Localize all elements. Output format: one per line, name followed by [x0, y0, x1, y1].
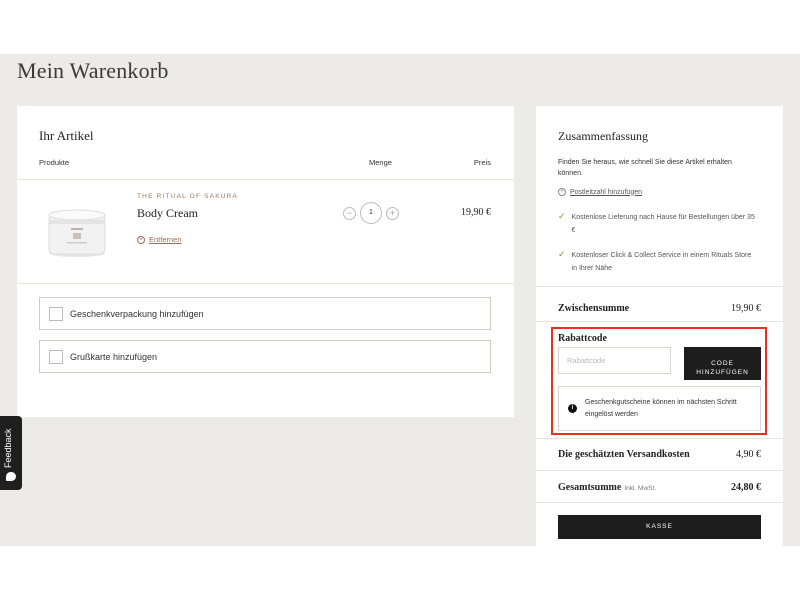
add-postcode-label: Postleitzahl hinzufügen [570, 188, 642, 196]
total-row: Gesamtsumme Inkl. MwSt. 24,80 € [558, 482, 761, 493]
subtotal-row: Zwischensumme 19,90 € [558, 303, 761, 314]
divider [536, 321, 783, 322]
greeting-card-checkbox[interactable] [49, 349, 63, 364]
gift-wrap-checkbox[interactable] [49, 306, 63, 321]
add-postcode-link[interactable]: + Postleitzahl hinzufügen [558, 188, 642, 196]
chat-bubble-icon [6, 472, 16, 481]
product-image[interactable] [45, 206, 109, 258]
product-brand: THE RITUAL OF SAKURA [137, 193, 239, 200]
benefit-item: ✓ Kostenlose Lieferung nach Hause für Be… [558, 211, 758, 237]
articles-card: Ihr Artikel Produkte Menge Preis THE RIT… [17, 106, 514, 417]
divider [17, 283, 514, 284]
delivery-info-text: Finden Sie heraus, wie schnell Sie diese… [558, 159, 732, 177]
benefit-item: ✓ Kostenloser Click & Collect Service in… [558, 249, 758, 275]
checkout-button[interactable]: KASSE [558, 515, 761, 539]
plus-circle-icon: + [558, 188, 566, 196]
benefit-text: Kostenloser Click & Collect Service in e… [571, 252, 752, 272]
subtotal-value: 19,90 € [731, 303, 761, 314]
column-header-price: Preis [473, 158, 491, 167]
increase-quantity-button[interactable]: + [386, 206, 399, 220]
divider [17, 179, 514, 180]
divider [536, 286, 783, 287]
divider [536, 470, 783, 471]
articles-title: Ihr Artikel [39, 128, 94, 143]
shipping-value: 4,90 € [736, 449, 761, 460]
remove-label: Entfernen [149, 235, 182, 244]
benefit-text: Kostenlose Lieferung nach Hause für Best… [571, 214, 755, 234]
product-price: 19,90 € [461, 207, 491, 218]
check-icon: ✓ [558, 249, 566, 259]
summary-title: Zusammenfassung [558, 129, 648, 143]
total-label: Gesamtsumme [558, 482, 622, 493]
subtotal-label: Zwischensumme [558, 303, 630, 314]
quantity-stepper: − 1 + [343, 202, 399, 224]
decrease-quantity-button[interactable]: − [343, 206, 356, 220]
greeting-card-option[interactable]: Grußkarte hinzufügen [39, 340, 491, 373]
summary-card: Zusammenfassung Finden Sie heraus, wie s… [536, 106, 783, 546]
total-label-group: Gesamtsumme Inkl. MwSt. [558, 482, 656, 493]
tax-note: Inkl. MwSt. [624, 485, 657, 492]
feedback-tab[interactable]: Feedback [0, 416, 22, 490]
divider [536, 438, 783, 439]
divider [536, 502, 783, 503]
column-header-quantity: Menge [369, 158, 392, 167]
greeting-card-label: Grußkarte hinzufügen [70, 351, 158, 362]
close-icon: × [137, 235, 145, 244]
discount-highlight-box [551, 327, 767, 435]
column-header-products: Produkte [39, 158, 70, 167]
shipping-row: Die geschätzten Versandkosten 4,90 € [558, 449, 761, 460]
page-title: Mein Warenkorb [17, 58, 169, 83]
gift-wrap-option[interactable]: Geschenkverpackung hinzufügen [39, 297, 491, 330]
product-name[interactable]: Body Cream [137, 206, 198, 221]
check-icon: ✓ [558, 211, 566, 221]
quantity-value[interactable]: 1 [360, 202, 382, 224]
gift-wrap-label: Geschenkverpackung hinzufügen [70, 308, 204, 319]
shipping-label: Die geschätzten Versandkosten [558, 449, 690, 460]
feedback-label: Feedback [3, 428, 13, 468]
remove-item-link[interactable]: × Entfernen [137, 235, 182, 244]
total-value: 24,80 € [731, 482, 761, 493]
